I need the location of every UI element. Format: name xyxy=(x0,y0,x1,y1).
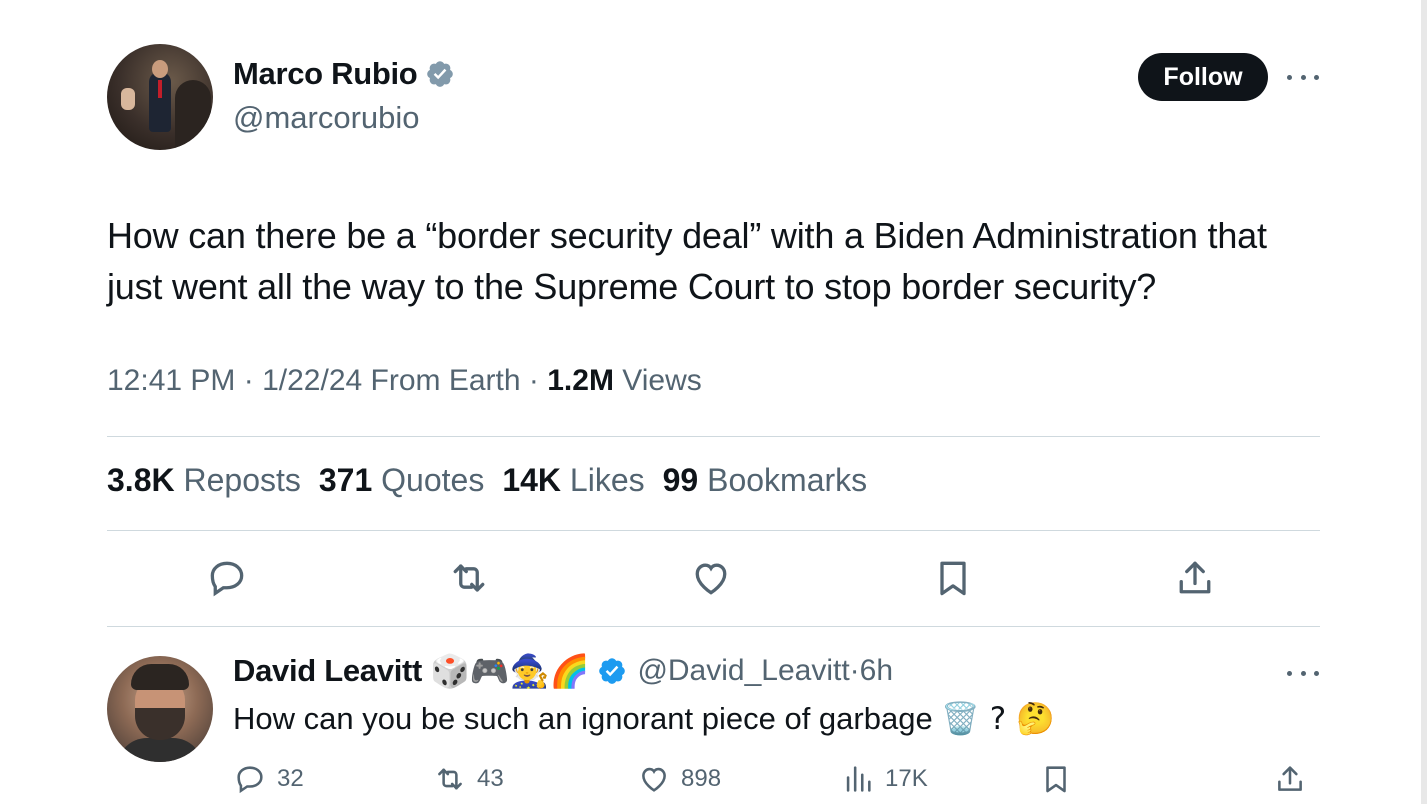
scrollbar[interactable] xyxy=(1421,0,1427,804)
more-options-icon[interactable] xyxy=(1287,72,1319,82)
separator-dot: · xyxy=(243,364,263,397)
verified-badge-icon xyxy=(427,61,454,87)
share-icon[interactable] xyxy=(1173,556,1217,600)
follow-button[interactable]: Follow xyxy=(1138,53,1268,101)
reply-like-button[interactable]: 898 xyxy=(637,762,721,796)
views-count: 1.2M xyxy=(547,364,614,397)
repost-count: 43 xyxy=(477,765,504,792)
engagement-stats: 3.8K Reposts 371 Quotes 14K Likes 99 Boo… xyxy=(107,462,867,499)
reply-count: 32 xyxy=(277,765,304,792)
tweet-text: How can there be a “border security deal… xyxy=(107,215,1267,307)
avatar[interactable] xyxy=(107,656,213,762)
repost-icon[interactable] xyxy=(447,556,491,600)
tweet-source: From Earth xyxy=(370,364,521,397)
views-label: Views xyxy=(622,364,702,397)
reply-time[interactable]: 6h xyxy=(860,654,893,688)
reply-author-handle[interactable]: @David_Leavitt xyxy=(637,654,849,688)
reply-action-bar: 32 43 898 17K xyxy=(233,762,1320,802)
author-name[interactable]: Marco Rubio xyxy=(233,56,455,92)
stat-reposts[interactable]: 3.8K Reposts xyxy=(107,462,301,499)
like-icon[interactable] xyxy=(689,556,733,600)
divider xyxy=(107,626,1320,627)
reply-author-name[interactable]: David Leavitt xyxy=(233,653,422,689)
name-emojis: 🎲🎮🧙🌈 xyxy=(430,652,590,690)
author-handle[interactable]: @marcorubio xyxy=(233,100,420,136)
reply-repost-button[interactable]: 43 xyxy=(433,762,504,796)
reply-icon xyxy=(237,766,263,794)
divider xyxy=(107,530,1320,531)
reply-header: David Leavitt 🎲🎮🧙🌈 @David_Leavitt · 6h xyxy=(233,652,893,690)
like-count: 898 xyxy=(681,765,722,792)
reply-share-button[interactable] xyxy=(1273,762,1317,796)
tweet-meta: 12:41 PM · 1/22/24 From Earth · 1.2M Vie… xyxy=(107,364,702,398)
separator-dot: · xyxy=(849,654,860,687)
repost-icon xyxy=(438,768,462,790)
reply-tweet[interactable]: David Leavitt 🎲🎮🧙🌈 @David_Leavitt · 6h H… xyxy=(107,640,1320,804)
author-name-text[interactable]: Marco Rubio xyxy=(233,56,418,92)
reply-bookmark-button[interactable] xyxy=(1039,762,1083,796)
stat-bookmarks[interactable]: 99 Bookmarks xyxy=(663,462,868,499)
stat-likes[interactable]: 14K Likes xyxy=(502,462,644,499)
tweet-time[interactable]: 12:41 PM xyxy=(107,364,235,397)
reply-text-emojis: 🗑️ ? 🤔 xyxy=(941,701,1055,737)
separator-dot: · xyxy=(528,364,548,397)
views-count: 17K xyxy=(885,765,928,792)
reply-reply-button[interactable]: 32 xyxy=(233,762,304,796)
stat-quotes[interactable]: 371 Quotes xyxy=(319,462,484,499)
verified-badge-icon xyxy=(599,658,626,684)
reply-text: How can you be such an ignorant piece of… xyxy=(233,700,1055,737)
more-options-icon[interactable] xyxy=(1287,668,1319,678)
divider xyxy=(107,436,1320,437)
tweet-action-bar xyxy=(107,556,1320,602)
main-tweet: Marco Rubio @marcorubio Follow How can t… xyxy=(107,0,1320,804)
avatar[interactable] xyxy=(107,44,213,150)
tweet-date[interactable]: 1/22/24 xyxy=(262,364,362,397)
reply-text-body: How can you be such an ignorant piece of… xyxy=(233,701,933,736)
bookmark-icon xyxy=(1046,766,1066,793)
reply-icon[interactable] xyxy=(205,556,249,600)
analytics-icon xyxy=(846,766,871,792)
bookmark-icon[interactable] xyxy=(931,556,975,600)
share-icon xyxy=(1278,766,1302,791)
like-icon xyxy=(642,767,666,792)
reply-views-button[interactable]: 17K xyxy=(841,762,928,796)
